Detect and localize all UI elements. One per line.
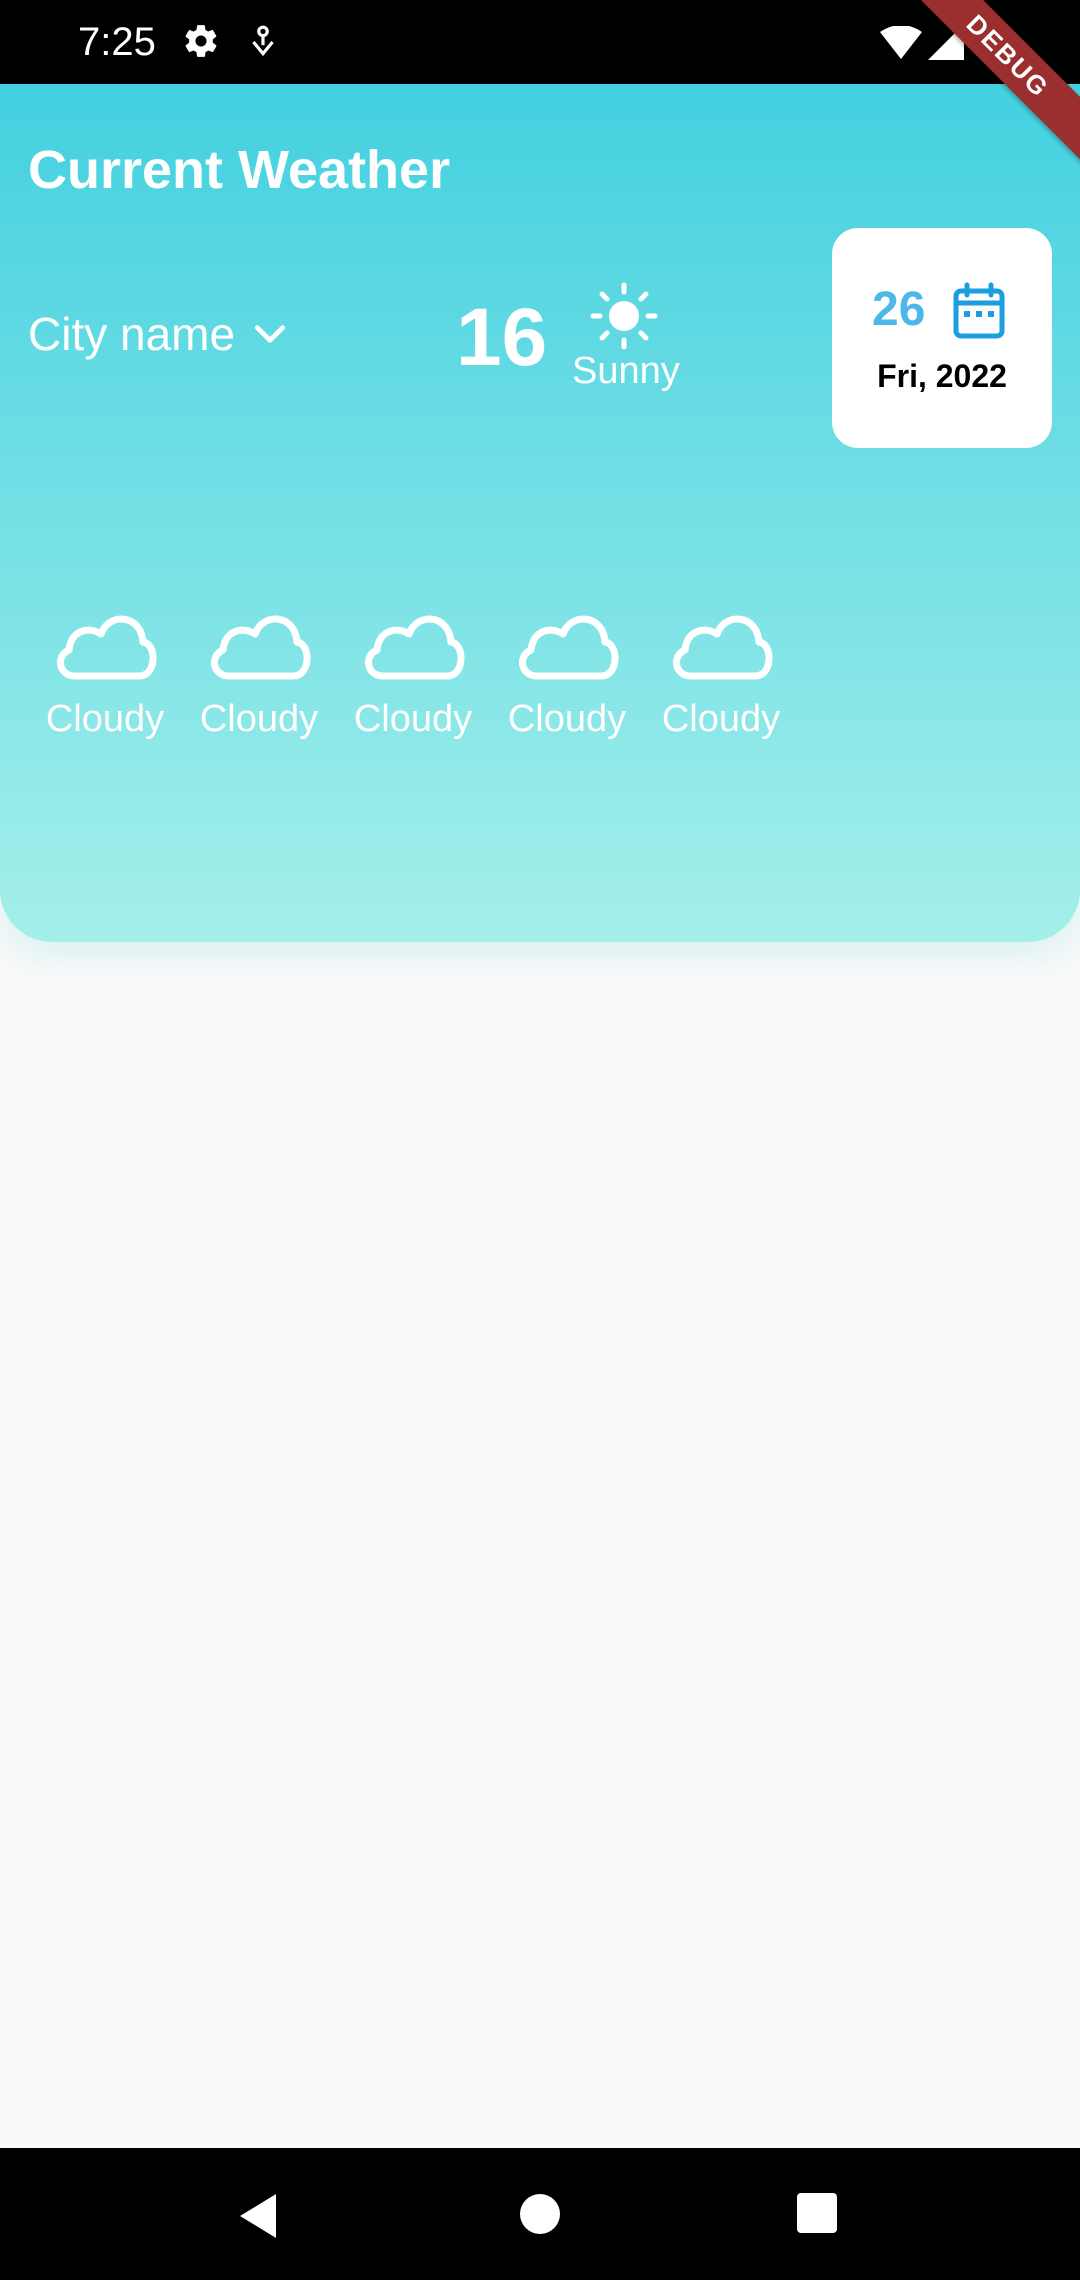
date-card[interactable]: 26 Fri, 2022 xyxy=(832,228,1052,448)
sun-icon xyxy=(590,282,658,350)
temperature-value: 16 xyxy=(456,292,548,383)
forecast-item: Cloudy xyxy=(490,604,644,742)
back-icon[interactable] xyxy=(236,2192,280,2240)
weather-card: Current Weather City name 16 Sunny Cloud… xyxy=(0,84,1080,942)
status-bar: 7:25 xyxy=(0,0,1080,84)
recents-icon[interactable] xyxy=(796,2192,838,2234)
date-weekday-year: Fri, 2022 xyxy=(877,358,1007,394)
cloud-icon xyxy=(365,615,465,680)
forecast-item: Cloudy xyxy=(644,604,798,742)
wifi-icon xyxy=(880,26,922,59)
city-dropdown[interactable]: City name xyxy=(28,306,289,362)
cloud-icon xyxy=(57,615,157,680)
condition-label: Sunny xyxy=(572,350,680,392)
forecast-item: Cloudy xyxy=(28,604,182,742)
chevron-down-icon xyxy=(255,325,286,343)
forecast-label: Cloudy xyxy=(199,698,319,740)
forecast-item: Cloudy xyxy=(336,604,490,742)
forecast-label: Cloudy xyxy=(353,698,473,740)
calendar-icon xyxy=(953,282,1005,339)
cloud-icon xyxy=(519,615,619,680)
forecast-list: Cloudy Cloudy Cloudy Cloudy Cloudy xyxy=(28,604,798,742)
status-time: 7:25 xyxy=(78,20,156,64)
forecast-label: Cloudy xyxy=(661,698,781,740)
date-day: 26 xyxy=(872,283,926,336)
page-title: Current Weather xyxy=(28,140,451,200)
forecast-label: Cloudy xyxy=(45,698,165,740)
cloud-icon xyxy=(211,615,311,680)
forecast-item: Cloudy xyxy=(182,604,336,742)
home-icon[interactable] xyxy=(518,2192,562,2236)
forecast-label: Cloudy xyxy=(507,698,627,740)
assistant-icon xyxy=(252,25,274,57)
navigation-bar xyxy=(0,2148,1080,2280)
city-name-label: City name xyxy=(28,308,236,360)
gear-icon xyxy=(185,25,217,57)
cloud-icon xyxy=(673,615,773,680)
